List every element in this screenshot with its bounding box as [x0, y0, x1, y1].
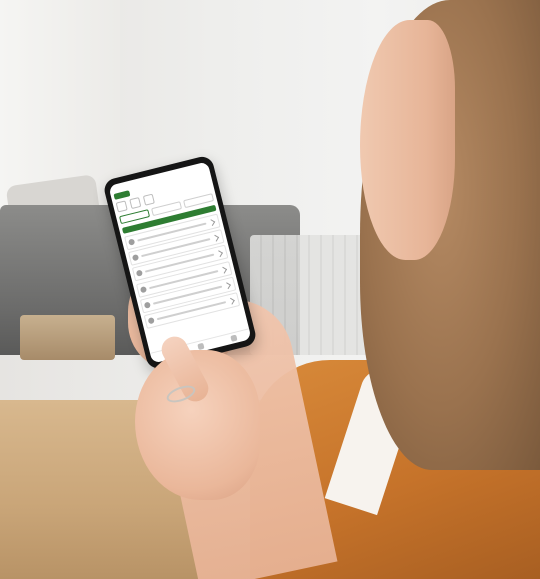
chevron-right-icon [223, 281, 231, 289]
photo-scene [0, 0, 540, 579]
status-left [112, 186, 113, 192]
face [360, 20, 455, 260]
chevron-right-icon [220, 266, 227, 274]
flame-icon [135, 269, 144, 277]
chevron-right-icon [215, 249, 223, 257]
action-icon-1 [115, 200, 128, 213]
home-icon [139, 286, 148, 294]
chevron-right-icon [227, 297, 235, 305]
action-icon-3 [142, 193, 155, 206]
chevron-right-icon [212, 234, 219, 242]
chevron-right-icon [208, 218, 216, 226]
books-on-table [20, 315, 115, 360]
user-icon [230, 334, 238, 342]
gear-icon [147, 317, 155, 325]
status-right [205, 163, 206, 169]
wifi-icon [143, 301, 151, 309]
plug-icon [131, 253, 140, 262]
action-icon-2 [129, 196, 142, 210]
thermometer-icon [127, 238, 136, 246]
grid-icon [197, 342, 205, 351]
